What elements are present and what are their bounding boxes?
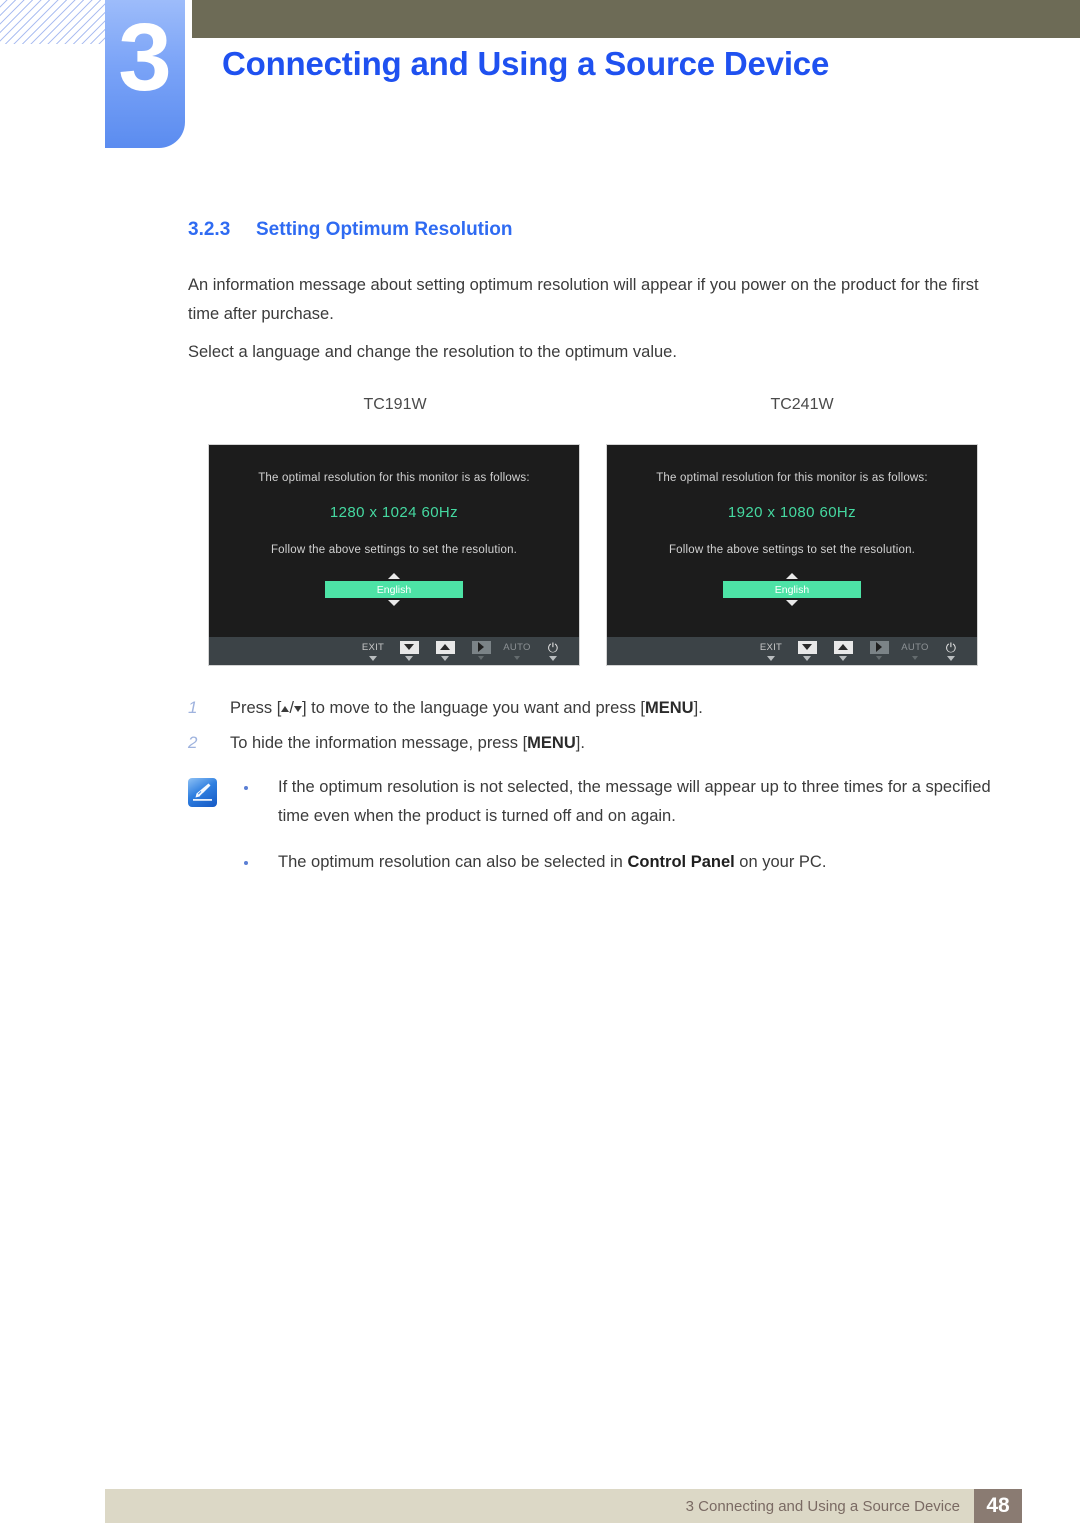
key-up-icon — [833, 640, 853, 654]
key-down-icon — [399, 640, 419, 654]
model-label-tc191w: TC191W — [363, 396, 427, 413]
osd-button-power: ⏻ — [933, 640, 969, 661]
step-item-1: 1 Press [/] to move to the language you w… — [188, 694, 1018, 722]
header-olive-bar — [192, 0, 1080, 38]
arrow-down-icon — [293, 706, 302, 712]
page-number: 48 — [974, 1489, 1022, 1523]
note-pencil-icon — [188, 778, 217, 807]
osd-auto-label: AUTO — [503, 641, 531, 653]
osd-button-auto: AUTO — [499, 640, 535, 660]
osd-button-down — [391, 640, 427, 661]
triangle-marker-icon — [549, 656, 557, 661]
triangle-marker-icon — [839, 656, 847, 661]
osd-button-exit: EXIT — [355, 640, 391, 661]
key-up-icon — [435, 640, 455, 654]
chapter-number-block: 3 — [105, 0, 185, 148]
osd-button-auto: AUTO — [897, 640, 933, 660]
chapter-title: Connecting and Using a Source Device — [222, 45, 830, 82]
osd-screenshot-tc241w: The optimal resolution for this monitor … — [606, 444, 978, 666]
osd-button-up — [825, 640, 861, 661]
step-number: 1 — [188, 698, 198, 717]
note-text-after: on your PC. — [734, 853, 827, 871]
triangle-marker-icon — [514, 656, 520, 660]
osd-resolution-value: 1920 x 1080 60Hz — [727, 504, 857, 521]
osd-screenshot-tc191w: The optimal resolution for this monitor … — [208, 444, 580, 666]
osd-exit-label: EXIT — [361, 641, 385, 653]
corner-hatch-decoration — [0, 0, 108, 44]
step-text-after: ]. — [575, 734, 585, 752]
osd-language-value: English — [325, 581, 463, 598]
osd-message-line1: The optimal resolution for this monitor … — [656, 472, 928, 484]
osd-message-line2: Follow the above settings to set the res… — [668, 544, 916, 556]
osd-button-down — [789, 640, 825, 661]
step-text-suffix: ] to move to the language you want and p… — [301, 699, 646, 717]
chapter-number: 3 — [118, 4, 172, 111]
page-footer: 3 Connecting and Using a Source Device 4… — [105, 1489, 1022, 1523]
triangle-marker-icon — [478, 656, 484, 660]
osd-button-bar: EXIT AUTO ⏻ — [607, 637, 977, 665]
arrow-up-icon — [786, 573, 798, 579]
arrow-down-icon — [388, 600, 400, 606]
osd-exit-label: EXIT — [759, 641, 783, 653]
step-item-2: 2 To hide the information message, press … — [188, 729, 1018, 757]
triangle-marker-icon — [441, 656, 449, 661]
osd-button-up — [427, 640, 463, 661]
model-label-tc241w: TC241W — [770, 396, 834, 413]
footer-chapter-text: 3 Connecting and Using a Source Device — [685, 1497, 960, 1515]
power-icon: ⏻ — [547, 639, 559, 655]
triangle-marker-icon — [803, 656, 811, 661]
note-text-before: The optimum resolution can also be selec… — [278, 853, 628, 871]
step-text-prefix: Press [ — [230, 699, 282, 717]
arrow-down-icon — [786, 600, 798, 606]
note-text: If the optimum resolution is not selecte… — [278, 778, 991, 825]
key-play-icon — [471, 640, 491, 654]
osd-button-enter — [861, 640, 897, 660]
triangle-marker-icon — [947, 656, 955, 661]
menu-keyword: MENU — [645, 699, 694, 717]
arrow-up-icon — [388, 573, 400, 579]
bullet-icon — [244, 861, 248, 865]
osd-resolution-value: 1280 x 1024 60Hz — [329, 504, 459, 521]
osd-message-line2: Follow the above settings to set the res… — [270, 544, 518, 556]
note-list: If the optimum resolution is not selecte… — [236, 773, 1018, 879]
section-heading: 3.2.3 Setting Optimum Resolution — [188, 219, 513, 241]
triangle-marker-icon — [912, 656, 918, 660]
document-page: 3 Connecting and Using a Source Device 3… — [0, 0, 1080, 1527]
osd-language-value: English — [723, 581, 861, 598]
osd-button-bar: EXIT AUTO ⏻ — [209, 637, 579, 665]
triangle-marker-icon — [876, 656, 882, 660]
triangle-marker-icon — [405, 656, 413, 661]
osd-button-enter — [463, 640, 499, 660]
note-item: The optimum resolution can also be selec… — [236, 848, 1018, 877]
note-item: If the optimum resolution is not selecte… — [236, 773, 1018, 831]
section-number: 3.2.3 — [188, 219, 231, 240]
section-title: Setting Optimum Resolution — [256, 219, 513, 240]
key-play-icon — [869, 640, 889, 654]
intro-paragraph-2: Select a language and change the resolut… — [188, 343, 677, 361]
step-number: 2 — [188, 733, 198, 752]
power-icon: ⏻ — [945, 639, 957, 655]
triangle-marker-icon — [369, 656, 377, 661]
step-text-end: ]. — [693, 699, 703, 717]
osd-language-selector: English — [209, 573, 579, 606]
control-panel-keyword: Control Panel — [627, 853, 735, 871]
osd-button-exit: EXIT — [753, 640, 789, 661]
key-down-icon — [797, 640, 817, 654]
intro-paragraph-1: An information message about setting opt… — [188, 276, 979, 323]
step-text-before: To hide the information message, press [ — [230, 734, 528, 752]
osd-message-line1: The optimal resolution for this monitor … — [258, 472, 530, 484]
bullet-icon — [244, 786, 248, 790]
menu-keyword: MENU — [527, 734, 576, 752]
osd-auto-label: AUTO — [901, 641, 929, 653]
osd-language-selector: English — [607, 573, 977, 606]
triangle-marker-icon — [767, 656, 775, 661]
osd-button-power: ⏻ — [535, 640, 571, 661]
